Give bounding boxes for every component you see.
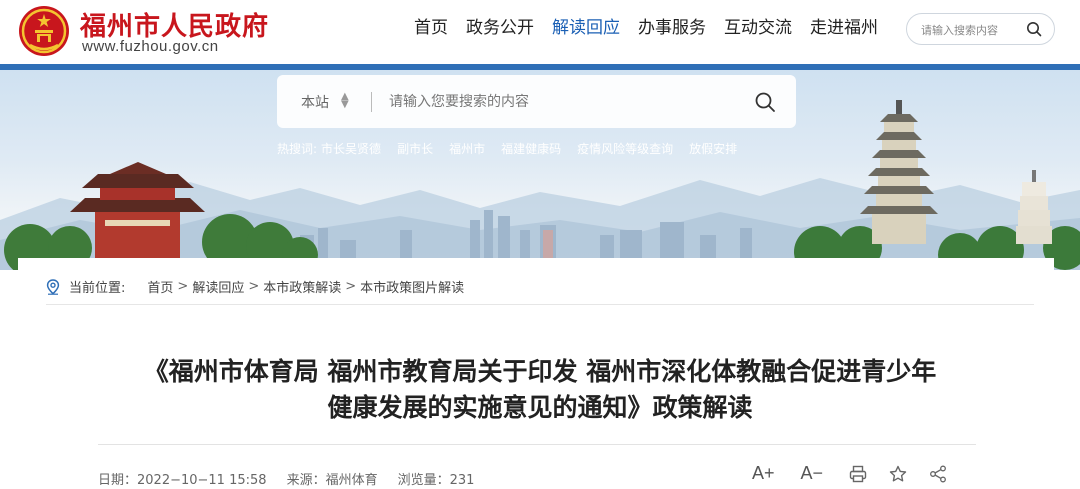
search-icon[interactable]: [754, 91, 776, 113]
star-icon: [889, 465, 907, 482]
breadcrumb-separator: >: [177, 279, 189, 294]
nav-gov-affairs[interactable]: 政务公开: [457, 16, 543, 40]
breadcrumb: 当前位置: 首页 > 解读回应 > 本市政策解读 > 本市政策图片解读: [46, 277, 464, 296]
print-icon: [849, 465, 867, 482]
search-divider: [371, 92, 372, 112]
share-icon: [930, 465, 947, 482]
article-date: 日期：2022−10−11 15:58: [98, 473, 267, 488]
sort-arrows-icon[interactable]: ▲ ▼: [341, 92, 349, 110]
font-increase-button[interactable]: A+: [752, 463, 775, 484]
breadcrumb-home[interactable]: 首页: [147, 277, 173, 296]
nav-interpretation[interactable]: 解读回应: [543, 16, 629, 40]
header-search-box: [906, 13, 1055, 45]
article-views: 浏览量：231: [397, 473, 475, 488]
national-emblem-icon[interactable]: [18, 5, 70, 57]
hot-search-keywords: 热搜词: 市长吴贤德 副市长 福州市 福建健康码 疫情风险等级查询 放假安排: [277, 140, 753, 157]
nav-services[interactable]: 办事服务: [629, 16, 715, 40]
nav-about-fuzhou[interactable]: 走进福州: [801, 16, 887, 40]
main-search-input[interactable]: [389, 91, 719, 113]
article-source: 来源：福州体育: [286, 473, 378, 488]
share-button[interactable]: [929, 465, 947, 483]
hot-search-item[interactable]: 福州市: [449, 140, 485, 157]
breadcrumb-prefix: 当前位置:: [69, 281, 126, 296]
article-title-line2: 健康发展的实施意见的通知》政策解读: [327, 393, 753, 422]
search-scope-select[interactable]: 本站: [301, 92, 329, 112]
breadcrumb-separator: >: [345, 279, 357, 294]
hot-search-item[interactable]: 福建健康码: [501, 140, 561, 157]
header-search-input[interactable]: [921, 21, 1021, 39]
site-url[interactable]: www.fuzhou.gov.cn: [82, 38, 219, 55]
location-pin-icon: [46, 278, 60, 295]
nav-interaction[interactable]: 互动交流: [715, 16, 801, 40]
breadcrumb-interpretation[interactable]: 解读回应: [192, 277, 244, 296]
nav-home[interactable]: 首页: [405, 16, 457, 40]
site-header: 福州市人民政府 www.fuzhou.gov.cn 首页 政务公开 解读回应 办…: [0, 0, 1080, 64]
hot-search-item[interactable]: 放假安排: [689, 140, 737, 157]
article-tools: A+ A−: [752, 463, 969, 484]
article-title: 《福州市体育局 福州市教育局关于印发 福州市深化体教融合促进青少年 健康发展的实…: [90, 354, 990, 426]
breadcrumb-divider: [46, 304, 1034, 305]
font-decrease-button[interactable]: A−: [801, 463, 824, 484]
hot-search-item[interactable]: 副市长: [397, 140, 433, 157]
breadcrumb-city-policy-images[interactable]: 本市政策图片解读: [360, 277, 464, 296]
hot-search-item[interactable]: 疫情风险等级查询: [577, 140, 673, 157]
breadcrumb-separator: >: [248, 279, 260, 294]
print-button[interactable]: [849, 465, 867, 483]
main-nav: 首页 政务公开 解读回应 办事服务 互动交流 走进福州: [405, 16, 887, 40]
hot-search-label: 热搜词:: [277, 142, 318, 156]
main-search-box: 本站 ▲ ▼: [277, 75, 796, 128]
hot-search-item[interactable]: 市长吴贤德: [321, 140, 381, 157]
favorite-button[interactable]: [889, 465, 907, 483]
article-meta: 日期：2022−10−11 15:58 来源：福州体育 浏览量：231: [98, 469, 494, 488]
article-title-line1: 《福州市体育局 福州市教育局关于印发 福州市深化体教融合促进青少年: [143, 357, 937, 386]
title-divider: [98, 444, 976, 445]
breadcrumb-city-policy[interactable]: 本市政策解读: [263, 277, 341, 296]
search-icon[interactable]: [1026, 21, 1042, 37]
